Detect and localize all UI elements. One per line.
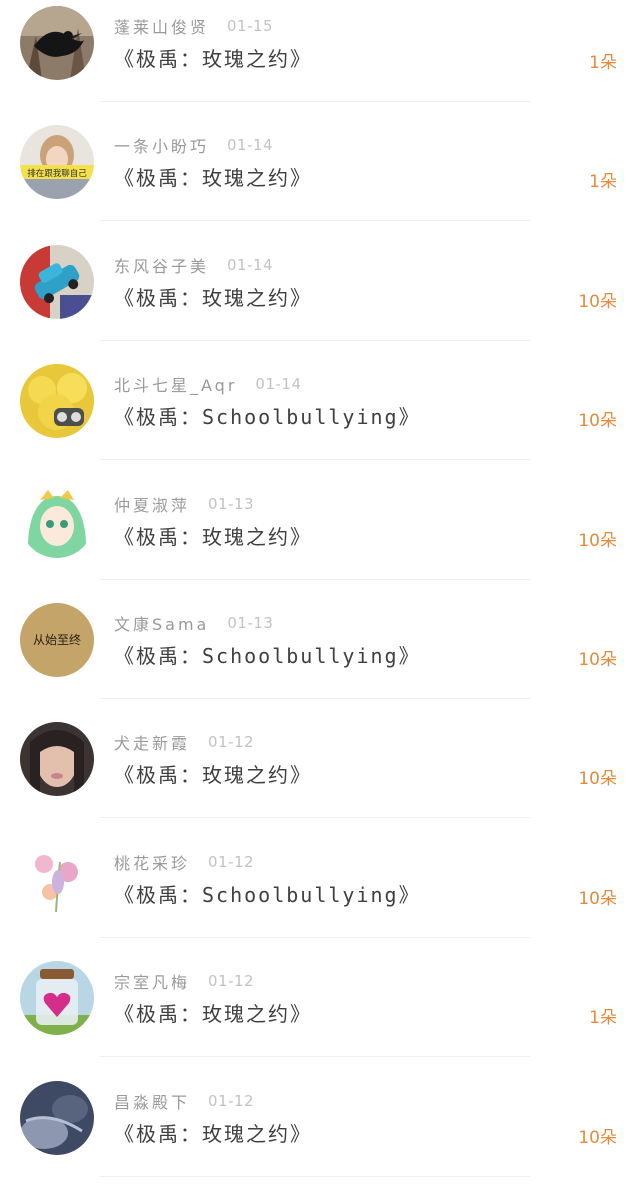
avatar[interactable] [20,483,94,558]
avatar-dark-photo-image [20,1080,94,1155]
list-item[interactable]: 桃花采珍 01-12 《极禹：Schoolbullying》 10朵 [0,836,640,955]
gift-date: 01-12 [208,1091,255,1110]
gift-date: 01-14 [227,255,274,274]
avatar-anime-girl-image [20,483,94,558]
gift-date: 01-12 [208,733,255,752]
list-item[interactable]: 昌淼殿下 01-12 《极禹：玫瑰之约》 10朵 [0,1075,640,1194]
gift-date: 01-14 [255,375,302,394]
list-item[interactable]: 犬走新霞 01-12 《极禹：玫瑰之约》 10朵 [0,716,640,835]
user-name[interactable]: 蓬莱山俊贤 [114,14,209,38]
user-name[interactable]: 昌淼殿下 [114,1089,190,1113]
gift-date: 01-12 [208,852,255,871]
avatar-girl-image: 排在跟我聊自己 [20,125,94,200]
avatar[interactable]: 从始至终 [20,602,94,677]
divider [100,339,530,341]
avatar-floral-image [20,841,94,916]
list-item[interactable]: 仲夏淑萍 01-13 《极禹：玫瑰之约》 10朵 [0,478,640,597]
flower-count: 10朵 [578,1127,617,1148]
avatar[interactable] [20,722,94,797]
work-title[interactable]: 《极禹：玫瑰之约》 [114,162,312,191]
avatar-heart-jar-image [20,961,94,1036]
avatar-portrait-image [20,722,94,797]
avatar[interactable] [20,244,94,319]
flower-count: 1朵 [589,53,617,73]
work-title[interactable]: 《极禹：玫瑰之约》 [114,1118,312,1147]
work-title[interactable]: 《极禹：玫瑰之约》 [114,43,312,72]
list-item[interactable]: 东风谷子美 01-14 《极禹：玫瑰之约》 10朵 [0,239,640,358]
work-title[interactable]: 《极禹：玫瑰之约》 [114,521,312,550]
avatar-caption: 从始至终 [33,632,81,647]
flower-count: 10朵 [578,649,617,670]
flower-count: 1朵 [589,172,617,193]
list-item[interactable]: 从始至终 文康Sama 01-13 《极禹：Schoolbullying》 10… [0,597,640,716]
divider [100,936,530,938]
user-name[interactable]: 一条小盼巧 [114,133,209,157]
flower-count: 10朵 [578,769,617,790]
work-title[interactable]: 《极禹：玫瑰之约》 [114,998,312,1027]
user-name[interactable]: 东风谷子美 [114,253,209,277]
list-item[interactable]: 北斗七星_Aqr 01-14 《极禹：Schoolbullying》 10朵 [0,358,640,477]
flower-count: 10朵 [578,530,617,551]
divider [100,817,530,819]
work-title[interactable]: 《极禹：Schoolbullying》 [114,879,421,908]
avatar-caption: 排在跟我聊自己 [27,168,87,179]
avatar[interactable]: 排在跟我聊自己 [20,125,94,200]
divider [100,220,530,222]
work-title[interactable]: 《极禹：玫瑰之约》 [114,759,312,788]
user-name[interactable]: 犬走新霞 [114,730,190,754]
flower-count: 10朵 [578,291,617,312]
avatar-text-image: 从始至终 [20,602,94,677]
gift-date: 01-12 [208,972,255,991]
gift-date: 01-13 [227,613,274,632]
avatar[interactable] [20,1080,94,1155]
user-name[interactable]: 文康Sama [114,611,209,635]
list-item[interactable]: 排在跟我聊自己 一条小盼巧 01-14 《极禹：玫瑰之约》 1朵 [0,119,640,238]
work-title[interactable]: 《极禹：Schoolbullying》 [114,640,421,669]
avatar[interactable] [20,364,94,439]
avatar[interactable] [20,6,94,80]
divider [100,459,530,461]
avatar-crow-image [20,6,94,80]
list-item[interactable]: 蓬莱山俊贤 01-15 《极禹：玫瑰之约》 1朵 [0,0,640,119]
list-item[interactable]: 宗室凡梅 01-12 《极禹：玫瑰之约》 1朵 [0,955,640,1074]
gift-date: 01-15 [227,17,274,35]
user-name[interactable]: 桃花采珍 [114,850,190,874]
user-name[interactable]: 仲夏淑萍 [114,492,190,516]
work-title[interactable]: 《极禹：Schoolbullying》 [114,401,421,430]
user-name[interactable]: 宗室凡梅 [114,969,190,993]
avatar[interactable] [20,841,94,916]
divider [100,1175,530,1177]
flower-count: 1朵 [589,1008,617,1029]
work-title[interactable]: 《极禹：玫瑰之约》 [114,282,312,311]
user-name[interactable]: 北斗七星_Aqr [114,372,237,396]
divider [100,1056,530,1058]
divider [100,578,530,580]
flower-count: 10朵 [578,888,617,909]
avatar-toy-car-image [20,244,94,319]
flower-count: 10朵 [578,411,617,432]
divider [100,697,530,699]
avatar[interactable] [20,961,94,1036]
gift-list: 蓬莱山俊贤 01-15 《极禹：玫瑰之约》 1朵 排在跟我聊自己 一条小盼巧 0… [0,0,640,1192]
divider [100,101,530,102]
gift-date: 01-13 [208,494,255,513]
gift-date: 01-14 [227,136,274,155]
avatar-yellow-plush-image [20,364,94,439]
